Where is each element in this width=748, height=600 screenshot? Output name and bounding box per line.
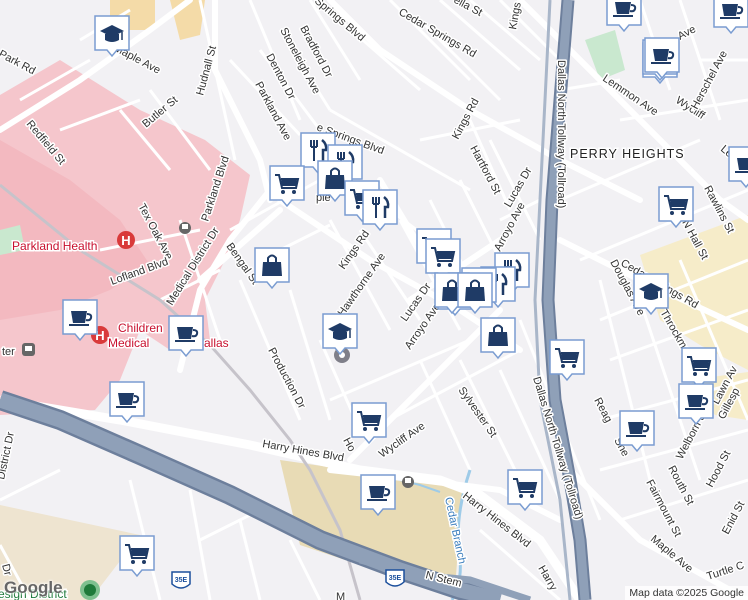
i35e-shield: 35E bbox=[171, 571, 191, 589]
map-marker-shopping[interactable] bbox=[457, 272, 493, 315]
hospital-label: Parkland Health bbox=[12, 239, 97, 253]
map-marker-shopping[interactable] bbox=[254, 247, 290, 290]
i35e-shield-label: 35E bbox=[389, 575, 402, 582]
map-marker-shopping[interactable] bbox=[480, 317, 516, 360]
google-logo: Google bbox=[4, 578, 63, 597]
street-label: Dallas North Tollway (Tollroad) bbox=[555, 60, 567, 208]
map-marker-school[interactable] bbox=[322, 313, 358, 356]
map-marker-grocery[interactable] bbox=[549, 339, 585, 382]
map-marker-coffee[interactable] bbox=[644, 37, 680, 80]
street-label: ter bbox=[2, 346, 15, 358]
parkland-health-hospital-icon[interactable]: H bbox=[117, 231, 135, 249]
map-marker-coffee[interactable] bbox=[678, 383, 714, 426]
transit-station-icon[interactable] bbox=[22, 343, 35, 356]
map-marker-coffee[interactable] bbox=[62, 299, 98, 342]
hospital-label: Medical bbox=[108, 336, 149, 350]
i35e-shield-label: 35E bbox=[175, 577, 188, 584]
map-marker-coffee[interactable] bbox=[728, 146, 748, 189]
map-canvas[interactable]: H H 35E 35E Cedar Springs Rd Cedar Sprin… bbox=[0, 0, 748, 600]
map-marker-restaurant[interactable] bbox=[362, 189, 398, 232]
map-marker-grocery[interactable] bbox=[119, 535, 155, 578]
i35e-shield: 35E bbox=[385, 569, 405, 587]
map-marker-coffee[interactable] bbox=[168, 315, 204, 358]
map-marker-grocery[interactable] bbox=[658, 186, 694, 229]
map-marker-grocery[interactable] bbox=[681, 347, 717, 390]
hospital-label: allas bbox=[204, 336, 229, 350]
transit-station-icon[interactable] bbox=[179, 222, 191, 234]
svg-text:H: H bbox=[121, 233, 130, 248]
park-poi-icon[interactable] bbox=[84, 584, 96, 596]
map-marker-coffee[interactable] bbox=[109, 381, 145, 424]
neighborhood-label: PERRY HEIGHTS bbox=[570, 147, 685, 161]
transit-station-icon[interactable] bbox=[402, 476, 414, 488]
street-label: M bbox=[336, 591, 345, 600]
map-marker-coffee[interactable] bbox=[360, 474, 396, 517]
map-marker-grocery[interactable] bbox=[507, 469, 543, 512]
map-marker-school[interactable] bbox=[94, 15, 130, 58]
hospital-label: Children bbox=[118, 321, 163, 335]
map-marker-grocery[interactable] bbox=[351, 402, 387, 445]
map-attribution[interactable]: Map data ©2025 Google bbox=[625, 586, 748, 600]
map-marker-coffee[interactable] bbox=[619, 410, 655, 453]
map-marker-school[interactable] bbox=[633, 273, 669, 316]
map-marker-grocery[interactable] bbox=[269, 165, 305, 208]
